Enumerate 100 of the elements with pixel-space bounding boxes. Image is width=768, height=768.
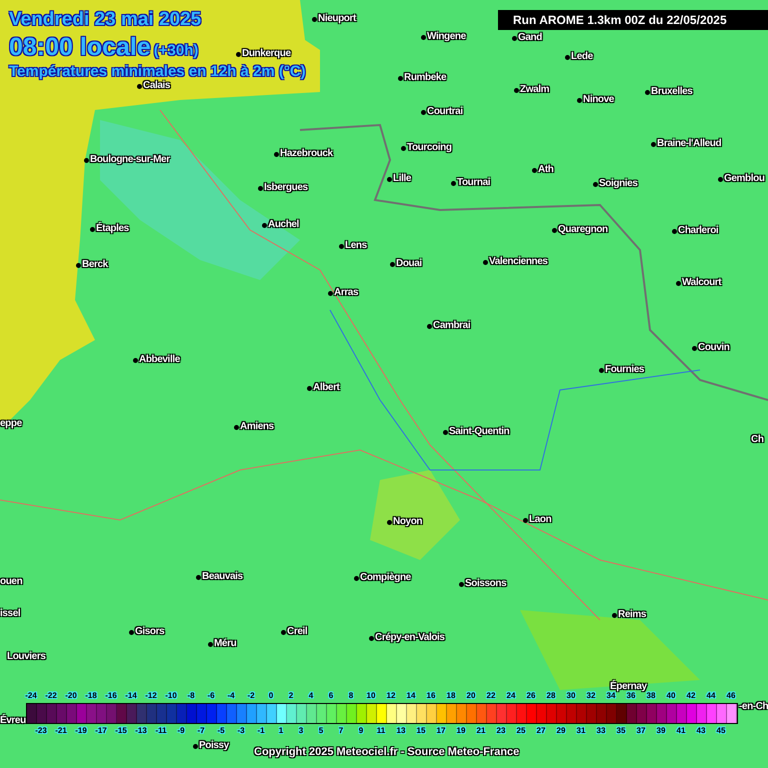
city-dot <box>512 36 517 41</box>
scale-label: 29 <box>556 726 566 736</box>
city-label: Ch <box>751 433 764 446</box>
city-label: Compiègne <box>360 571 411 584</box>
scale-label: -20 <box>65 691 77 701</box>
scale-label: 33 <box>596 726 606 736</box>
city-label: Dunkerque <box>242 47 291 60</box>
city-label: Ath <box>538 163 554 176</box>
city-label: -en-Ch <box>739 700 768 713</box>
city-dot <box>672 229 677 234</box>
city-dot <box>84 158 89 163</box>
city-dot <box>645 90 650 95</box>
city-label: Étaples <box>96 222 129 235</box>
scale-label: 25 <box>516 726 526 736</box>
scale-label: -17 <box>95 726 107 736</box>
scale-label: 14 <box>406 691 416 701</box>
city-label: Gemblou <box>724 172 765 185</box>
scale-label: 41 <box>676 726 686 736</box>
city-label: ouen <box>0 575 22 588</box>
city-dot <box>459 582 464 587</box>
scale-label: 31 <box>576 726 586 736</box>
city-label: Épernay <box>610 680 647 692</box>
scale-label: 6 <box>328 691 334 701</box>
scale-label: 10 <box>366 691 376 701</box>
scale-label: -15 <box>115 726 127 736</box>
scale-label: -16 <box>105 691 117 701</box>
run-info-banner: Run AROME 1.3km 00Z du 22/05/2025 <box>498 10 768 30</box>
scale-label: 34 <box>606 691 616 701</box>
scale-label: 37 <box>636 726 646 736</box>
city-label: Albert <box>313 381 340 394</box>
copyright-text: Copyright 2025 Meteociel.fr - Source Meteo-France <box>254 746 520 758</box>
scale-label: 23 <box>496 726 506 736</box>
scale-label: 42 <box>686 691 696 701</box>
city-dot <box>281 630 286 635</box>
city-label: Amiens <box>240 420 274 433</box>
scale-label: 7 <box>338 726 344 736</box>
scale-label: 26 <box>526 691 536 701</box>
city-label: Louviers <box>7 650 46 663</box>
scale-label: -10 <box>165 691 177 701</box>
city-label: Bruxelles <box>651 85 692 98</box>
city-label: Saint-Quentin <box>449 425 510 438</box>
scale-label: -8 <box>187 691 195 701</box>
scale-label: 15 <box>416 726 426 736</box>
scale-label: 13 <box>396 726 406 736</box>
city-dot <box>651 142 656 147</box>
scale-label: 0 <box>268 691 274 701</box>
scale-label: 5 <box>318 726 324 736</box>
city-label: Ninove <box>583 93 614 106</box>
city-dot <box>718 177 723 182</box>
scale-label: -13 <box>135 726 147 736</box>
scale-label: -22 <box>45 691 57 701</box>
city-dot <box>307 386 312 391</box>
city-label: eppe <box>0 417 22 430</box>
scale-label: 21 <box>476 726 486 736</box>
city-dot <box>552 228 557 233</box>
scale-label: 40 <box>666 691 676 701</box>
city-dot <box>387 177 392 182</box>
city-label: Lille <box>393 172 412 185</box>
city-dot <box>451 181 456 186</box>
city-label: Tournai <box>457 176 490 189</box>
scale-label: 39 <box>656 726 666 736</box>
scale-label: 8 <box>348 691 354 701</box>
scale-label: 20 <box>466 691 476 701</box>
city-label: Zwalm <box>520 83 550 96</box>
scale-label: 2 <box>288 691 294 701</box>
city-label: Fournies <box>605 363 644 376</box>
city-dot <box>133 358 138 363</box>
city-dot <box>532 168 537 173</box>
city-label: Soignies <box>599 177 638 190</box>
scale-label: -24 <box>25 691 37 701</box>
city-dot <box>339 244 344 249</box>
city-dot <box>427 324 432 329</box>
city-label: Wingene <box>427 30 466 43</box>
city-dot <box>76 263 81 268</box>
scale-label: 36 <box>626 691 636 701</box>
city-label: Gand <box>518 31 542 44</box>
city-label: Calais <box>143 79 170 92</box>
scale-label: -23 <box>35 726 47 736</box>
scale-label: -2 <box>247 691 255 701</box>
city-label: Creil <box>287 625 308 638</box>
city-label: Courtrai <box>427 105 463 118</box>
scale-label: -11 <box>155 726 167 736</box>
city-label: Boulogne-sur-Mer <box>90 153 170 166</box>
scale-label: 44 <box>706 691 716 701</box>
city-label: Walcourt <box>682 276 722 289</box>
city-dot <box>193 744 198 749</box>
scale-label: -19 <box>75 726 87 736</box>
city-label: Laon <box>529 513 552 526</box>
city-label: Couvin <box>698 341 730 354</box>
city-dot <box>523 518 528 523</box>
city-dot <box>565 55 570 60</box>
city-label: Quaregnon <box>558 223 608 236</box>
city-label: Crépy-en-Valois <box>375 631 445 644</box>
city-dot <box>443 430 448 435</box>
city-label: Lens <box>345 239 367 252</box>
city-dot <box>328 291 333 296</box>
scale-label: -12 <box>145 691 157 701</box>
city-dot <box>369 636 374 641</box>
city-label: Charleroi <box>678 224 718 237</box>
city-label: Lede <box>571 50 593 63</box>
